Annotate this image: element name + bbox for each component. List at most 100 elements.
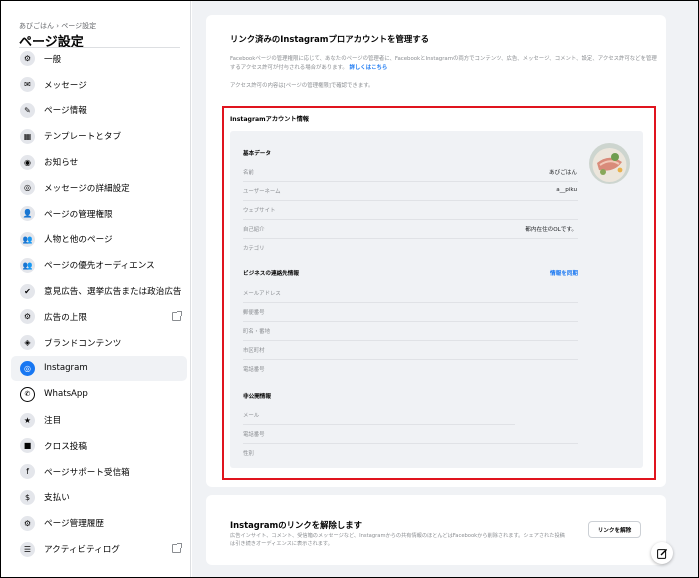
basic-data-heading: 基本データ <box>243 151 271 157</box>
info-row: 自己紹介 都内在住のOLです。 <box>243 220 578 239</box>
sidebar-item-label: クロス投稿 <box>44 441 87 452</box>
info-row: 市区町村 <box>243 341 578 360</box>
row-label: カテゴリ <box>243 246 265 252</box>
sidebar-item[interactable]: 👥 人物と他のページ <box>11 227 187 253</box>
row-value: a__piku <box>556 187 577 193</box>
sidebar-item[interactable]: ✔ 意見広告、選挙広告または政治広告 <box>11 278 187 304</box>
row-value: あびごはん <box>549 170 577 176</box>
info-row: 電話番号 <box>243 425 578 444</box>
info-row: メール <box>243 406 515 425</box>
sidebar-item[interactable]: ✉ メッセージ <box>11 72 187 98</box>
sidebar-item-label: ページサポート受信箱 <box>44 467 130 478</box>
sidebar-item[interactable]: f ページサポート受信箱 <box>11 459 187 485</box>
permissions-note: アクセス許可の内容は[ページの管理権限]で確認できます。 <box>230 83 374 89</box>
row-label: 自己紹介 <box>243 227 265 233</box>
sidebar-item-label: ページ管理履歴 <box>44 519 104 530</box>
row-label: 町名・番地 <box>243 329 270 335</box>
sidebar-item-icon: ✎ <box>20 102 35 118</box>
business-contact-heading: ビジネスの連絡先情報 <box>243 271 299 277</box>
sidebar-item[interactable]: ⚙ 広告の上限 <box>11 304 187 330</box>
sidebar-item[interactable]: ✆ WhatsApp <box>11 381 187 407</box>
sidebar-item-label: 意見広告、選挙広告または政治広告 <box>44 287 182 298</box>
sidebar-item-label: メッセージ <box>44 80 87 91</box>
sidebar-item[interactable]: ◎ メッセージの詳細設定 <box>11 175 187 201</box>
sidebar-item-icon: 👥 <box>20 257 35 273</box>
row-label: ウェブサイト <box>243 208 276 214</box>
sidebar-item[interactable]: ◎ Instagram <box>11 355 187 382</box>
row-label: メールアドレス <box>243 291 281 297</box>
sidebar-item-icon: ⚙ <box>20 515 35 531</box>
sidebar-item-label: 広告の上限 <box>44 312 87 323</box>
sidebar-item-label: 人物と他のページ <box>44 235 113 246</box>
settings-nav: ⚙ 一般 ✉ メッセージ ✎ ページ情報 ▦ テンプレートとタブ ◉ お知らせ ◎ メッセージの詳細設… <box>11 46 187 562</box>
external-link-icon <box>172 543 182 554</box>
learn-more-link[interactable]: 詳しくはこちら <box>350 65 388 71</box>
instagram-avatar <box>589 143 630 184</box>
sidebar-item-icon: ☰ <box>20 541 35 557</box>
sidebar-item-icon: ■ <box>20 438 35 454</box>
row-label: 郵便番号 <box>243 310 265 316</box>
sidebar-item[interactable]: ⚙ ページ管理履歴 <box>11 510 187 536</box>
info-row: ウェブサイト <box>243 201 578 220</box>
row-value: 都内在住のOLです。 <box>525 227 577 233</box>
sidebar-item[interactable]: ■ クロス投稿 <box>11 433 187 459</box>
sidebar-item-icon: ✔ <box>20 283 35 299</box>
sidebar-item-label: 支払い <box>44 493 70 504</box>
section-description: Facebookページの管理権限に応じて、あなたのページの管理者に、Facebo… <box>230 55 658 73</box>
row-label: 名前 <box>243 170 254 176</box>
sidebar-item-icon: ⚙ <box>20 51 35 67</box>
sidebar-item-label: WhatsApp <box>44 389 88 400</box>
compose-button[interactable] <box>651 542 673 564</box>
sidebar-item-icon: ◎ <box>20 360 35 376</box>
unlink-card: Instagramのリンクを解除します 広告インサイト、コメント、受信箱のメッセ… <box>206 495 666 565</box>
settings-sidebar: あびごはん › ページ設定 ページ設定 ⚙ 一般 ✉ メッセージ ✎ ページ情報 ▦ テンプレ… <box>1 1 191 577</box>
sidebar-item-label: アクティビティログ <box>44 545 120 556</box>
sidebar-item[interactable]: $ 支払い <box>11 485 187 511</box>
info-row: 郵便番号 <box>243 303 578 322</box>
info-row: 町名・番地 <box>243 322 578 341</box>
private-info-heading: 非公開情報 <box>243 394 271 400</box>
section-title: リンク済みのInstagramプロアカウントを管理する <box>230 34 429 44</box>
sidebar-item[interactable]: ◉ お知らせ <box>11 149 187 175</box>
sidebar-item[interactable]: 👤 ページの管理権限 <box>11 201 187 227</box>
sidebar-item[interactable]: ✎ ページ情報 <box>11 98 187 124</box>
instagram-info-panel: 基本データ 名前 あびごはん ユーザーネーム a__piku ウェブサイト 自己… <box>230 131 643 468</box>
sidebar-item[interactable]: 👥 ページの優先オーディエンス <box>11 252 187 278</box>
sidebar-item-icon: ✆ <box>20 386 35 402</box>
info-row: 名前 あびごはん <box>243 163 578 182</box>
sidebar-item-icon: 👥 <box>20 231 35 247</box>
row-label: 電話番号 <box>243 432 265 438</box>
sidebar-item-icon: ▦ <box>20 128 35 144</box>
info-row: 電話番号 <box>243 360 578 379</box>
sidebar-item-icon: ✉ <box>20 77 35 93</box>
food-photo-icon <box>589 143 630 184</box>
row-label: ユーザーネーム <box>243 189 281 195</box>
sidebar-item[interactable]: ☰ アクティビティログ <box>11 536 187 562</box>
unlink-title: Instagramのリンクを解除します <box>230 520 362 530</box>
sidebar-item-label: ページ情報 <box>44 106 87 117</box>
row-label: 電話番号 <box>243 367 265 373</box>
row-label: メール <box>243 413 260 419</box>
sidebar-item[interactable]: ◈ ブランドコンテンツ <box>11 330 187 356</box>
info-row: ユーザーネーム a__piku <box>243 182 578 201</box>
unlink-button[interactable]: リンクを解除 <box>588 521 641 538</box>
sidebar-item-icon: 👤 <box>20 206 35 222</box>
breadcrumb[interactable]: あびごはん › ページ設定 <box>19 21 96 31</box>
sidebar-item-label: ページの管理権限 <box>44 209 113 220</box>
sidebar-item-icon: ⚙ <box>20 309 35 325</box>
sidebar-item-label: Instagram <box>44 363 88 374</box>
sidebar-item-label: ページの優先オーディエンス <box>44 261 155 272</box>
sidebar-item[interactable]: ★ 注目 <box>11 407 187 433</box>
sidebar-item[interactable]: ▦ テンプレートとタブ <box>11 123 187 149</box>
sidebar-item-icon: ◈ <box>20 335 35 351</box>
edit-icon <box>656 548 667 559</box>
sidebar-item-label: お知らせ <box>44 158 79 169</box>
sync-info-link[interactable]: 情報を同期 <box>550 269 578 277</box>
sidebar-item[interactable]: ⚙ 一般 <box>11 46 187 72</box>
info-row: メールアドレス <box>243 284 578 303</box>
sidebar-item-icon: ◉ <box>20 154 35 170</box>
row-label: 性別 <box>243 451 254 457</box>
sidebar-item-label: 一般 <box>44 54 62 65</box>
sidebar-item-label: 注目 <box>44 416 62 427</box>
sidebar-item-label: ブランドコンテンツ <box>44 338 122 349</box>
